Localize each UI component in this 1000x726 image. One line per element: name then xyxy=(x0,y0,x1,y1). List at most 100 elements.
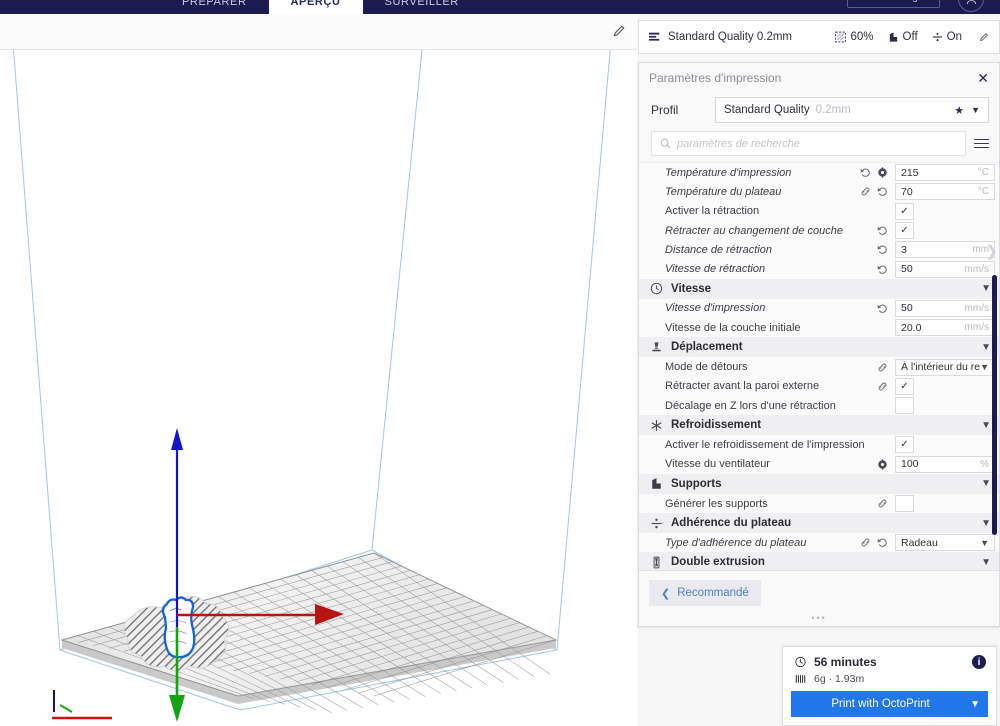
stage-tabs: PRÉPARER APERÇU SURVEILLER xyxy=(160,0,481,14)
chevron-down-icon[interactable]: ▼ xyxy=(981,518,991,529)
settings-section-header[interactable]: Supports ▼ xyxy=(639,473,999,494)
chevron-down-icon[interactable]: ▼ xyxy=(980,538,989,548)
setting-row[interactable]: Température du plateau 70 °C xyxy=(639,182,999,201)
grip-dots-icon[interactable]: ••• xyxy=(811,613,826,623)
setting-text-field[interactable]: 3 mm xyxy=(895,241,995,259)
pencil-icon[interactable] xyxy=(611,24,627,40)
setting-row[interactable]: Activer la rétraction ✓ xyxy=(639,202,999,221)
chevron-down-icon[interactable]: ▼ xyxy=(981,420,991,431)
setting-row[interactable]: Rétracter au changement de couche ✓ xyxy=(639,221,999,240)
chevron-down-icon[interactable]: ▼ xyxy=(981,283,991,294)
chevron-down-icon[interactable]: ▼ xyxy=(970,699,988,710)
setting-value: 215 xyxy=(901,166,919,179)
setting-dropdown[interactable]: À l'intérieur du re... ▼ xyxy=(895,358,995,376)
tab-preview[interactable]: APERÇU xyxy=(268,0,363,14)
setting-checkbox[interactable]: ✓ xyxy=(895,436,914,454)
revert-icon[interactable] xyxy=(877,244,888,255)
3d-viewport[interactable] xyxy=(0,14,637,726)
setting-row[interactable]: Générer les supports xyxy=(639,494,999,513)
revert-icon[interactable] xyxy=(877,303,888,314)
link-gear-icon[interactable] xyxy=(877,167,888,178)
material-row: 6g · 1.93m xyxy=(783,669,996,685)
chevron-down-icon[interactable]: ▼ xyxy=(981,557,991,568)
settings-section-header[interactable]: Adhérence du plateau ▼ xyxy=(639,513,999,534)
settings-section-header[interactable]: Vitesse ▼ xyxy=(639,278,999,299)
setting-row[interactable]: Décalage en Z lors d'une rétraction xyxy=(639,396,999,415)
summary-adhesion-value: On xyxy=(946,31,962,43)
summary-profile[interactable]: Standard Quality 0.2mm xyxy=(649,31,821,43)
setting-row[interactable]: Vitesse d'impression 50 mm/s xyxy=(639,299,999,318)
revert-icon[interactable] xyxy=(877,225,888,236)
recommended-mode-button[interactable]: ❮ Recommandé xyxy=(649,580,761,606)
setting-text-field[interactable]: 70 °C xyxy=(895,183,995,201)
revert-icon[interactable] xyxy=(860,167,871,178)
setting-text-field[interactable]: 20.0 mm/s xyxy=(895,319,995,337)
build-plate-scene[interactable] xyxy=(0,50,637,726)
tab-monitor[interactable]: SURVEILLER xyxy=(363,0,481,14)
recommended-label: Recommandé xyxy=(677,587,749,599)
summary-adhesion[interactable]: On xyxy=(932,31,962,43)
setting-row[interactable]: Distance de rétraction 3 mm xyxy=(639,240,999,259)
settings-section-header[interactable]: Refroidissement ▼ xyxy=(639,415,999,436)
setting-row[interactable]: Vitesse du ventilateur 100% xyxy=(639,455,999,474)
hamburger-icon[interactable] xyxy=(974,138,989,149)
setting-value: 3 xyxy=(901,243,907,256)
profile-dropdown[interactable]: Standard Quality 0.2mm ★ ▼ xyxy=(715,97,989,123)
pencil-icon[interactable] xyxy=(978,32,989,43)
setting-unit: % xyxy=(980,458,989,470)
setting-value: 70 xyxy=(901,185,913,198)
setting-text-field[interactable]: 50 mm/s xyxy=(895,260,995,278)
star-icon[interactable]: ★ xyxy=(954,104,964,117)
setting-label: Vitesse d'impression xyxy=(665,302,766,315)
setting-row[interactable]: Vitesse de rétraction 50 mm/s xyxy=(639,259,999,278)
setting-text-field[interactable]: 50 mm/s xyxy=(895,299,995,317)
setting-text-field[interactable]: 100% xyxy=(895,455,995,473)
setting-row[interactable]: Vitesse de la couche initiale 20.0 mm/s xyxy=(639,318,999,337)
search-input[interactable] xyxy=(677,137,957,150)
setting-checkbox[interactable]: ✓ xyxy=(895,377,914,395)
chevron-down-icon[interactable]: ▼ xyxy=(981,478,991,489)
setting-row[interactable]: Rétracter avant la paroi externe ✓ xyxy=(639,377,999,396)
setting-value: À l'intérieur du re... xyxy=(901,361,981,374)
link-gear-icon[interactable] xyxy=(877,458,888,470)
setting-row[interactable]: Activer le refroidissement de l'impressi… xyxy=(639,435,999,454)
revert-icon[interactable] xyxy=(877,537,888,548)
setting-row[interactable]: Température d'impression 215 °C xyxy=(639,163,999,182)
tab-prepare[interactable]: PRÉPARER xyxy=(160,0,269,14)
summary-support[interactable]: Off xyxy=(888,31,918,43)
setting-checkbox[interactable]: ✓ xyxy=(895,202,914,220)
link-icon[interactable] xyxy=(860,186,871,197)
revert-icon[interactable] xyxy=(877,186,888,197)
info-icon[interactable]: i xyxy=(972,655,986,669)
link-icon[interactable] xyxy=(860,537,871,548)
user-icon[interactable] xyxy=(958,0,984,12)
link-icon[interactable] xyxy=(877,362,888,373)
chevron-down-icon[interactable]: ▼ xyxy=(981,342,991,353)
setting-row[interactable]: Mode de détours À l'intérieur du re... ▼ xyxy=(639,357,999,376)
setting-checkbox[interactable]: ✓ xyxy=(895,222,914,240)
settings-panel-title: Paramètres d'impression xyxy=(649,71,782,85)
settings-section-header[interactable]: Déplacement ▼ xyxy=(639,337,999,358)
setting-checkbox[interactable] xyxy=(895,495,914,512)
print-setup-summary-bar[interactable]: Standard Quality 0.2mm 60% Off On xyxy=(638,20,1000,54)
section-title: Adhérence du plateau xyxy=(671,517,792,530)
setting-dropdown[interactable]: Radeau ▼ xyxy=(895,534,995,552)
setting-text-field[interactable]: 215 °C xyxy=(895,164,995,182)
close-icon[interactable]: ✕ xyxy=(977,71,989,85)
setting-icons xyxy=(877,381,888,392)
settings-scrollbar[interactable] xyxy=(992,275,997,535)
search-input-wrapper[interactable] xyxy=(651,131,966,156)
setting-control-slot: ✓ xyxy=(895,377,995,395)
print-with-octoprint-button[interactable]: Print with OctoPrint ▼ xyxy=(791,691,988,717)
marketplace-button[interactable]: Marché en ligne xyxy=(846,0,940,8)
chevron-right-icon[interactable]: ❯ xyxy=(985,242,998,260)
section-title: Vitesse xyxy=(671,282,712,295)
setting-row[interactable]: Type d'adhérence du plateau Radeau ▼ xyxy=(639,533,999,552)
link-icon[interactable] xyxy=(877,498,888,509)
revert-icon[interactable] xyxy=(877,264,888,275)
link-icon[interactable] xyxy=(877,381,888,392)
summary-infill[interactable]: 60% xyxy=(835,31,874,43)
setting-checkbox[interactable] xyxy=(895,397,914,415)
settings-list[interactable]: Température d'impression 215 °C Température… xyxy=(639,162,999,610)
chevron-down-icon[interactable]: ▼ xyxy=(980,362,989,372)
